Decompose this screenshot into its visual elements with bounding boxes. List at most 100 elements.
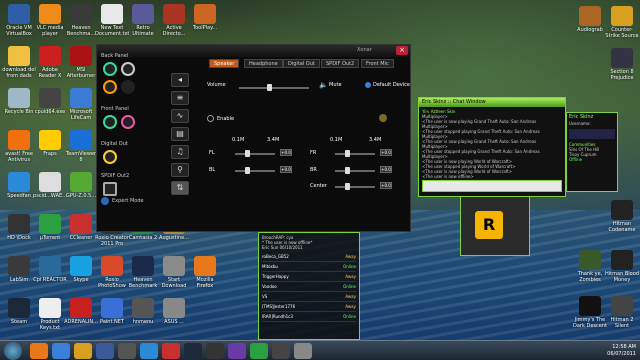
- desktop-icon[interactable]: Heaven Benchmark: [126, 256, 160, 289]
- tab-digital-out[interactable]: Digital Out: [283, 59, 320, 68]
- desktop-icon[interactable]: New Text Document.txt: [95, 4, 129, 37]
- desktop-icon[interactable]: Fraps: [33, 130, 67, 157]
- taskbar-app-icon[interactable]: [96, 343, 114, 359]
- desktop-icon[interactable]: download del from dads: [2, 46, 36, 79]
- desktop-icon[interactable]: Hitman Blood Money: [605, 250, 639, 283]
- desktop-icon[interactable]: Hitman 2 Silent Assassin: [605, 296, 639, 329]
- speaker-icon[interactable]: 🔈: [319, 81, 328, 89]
- desktop-icon[interactable]: Retro Ultimate: [126, 4, 160, 37]
- enable-toggle[interactable]: [207, 115, 214, 122]
- desktop-icon[interactable]: cpuid64.exe: [33, 88, 67, 115]
- surround-button[interactable]: ⇅: [171, 181, 189, 195]
- volume-slider[interactable]: [239, 87, 309, 89]
- desktop-icon[interactable]: Recycle Bin: [2, 88, 36, 115]
- reset-knob[interactable]: [379, 114, 387, 122]
- desktop-icon[interactable]: ADRENALIN...: [64, 298, 98, 325]
- desktop-icon[interactable]: Product Keys.txt: [33, 298, 67, 331]
- waveform-button[interactable]: ∿: [171, 109, 189, 123]
- fr-slider[interactable]: [335, 153, 375, 155]
- friend-row[interactable]: VS Away: [262, 292, 356, 302]
- tab-headphone[interactable]: Headphone: [244, 59, 283, 68]
- expert-mode-icon[interactable]: [101, 197, 109, 205]
- jack-digital[interactable]: [103, 150, 117, 164]
- start-button[interactable]: [4, 342, 22, 360]
- taskbar-app-icon[interactable]: [184, 343, 202, 359]
- karaoke-button[interactable]: ⚲: [171, 163, 189, 177]
- taskbar-app-icon[interactable]: [30, 343, 48, 359]
- desktop-icon[interactable]: pscid...WAE...: [33, 172, 67, 199]
- desktop-icon[interactable]: Paint.NET: [95, 298, 129, 325]
- desktop-icon[interactable]: Adobe Reader X: [33, 46, 67, 79]
- spdif-port[interactable]: [103, 182, 117, 196]
- taskbar-app-icon[interactable]: [52, 343, 70, 359]
- desktop-icon[interactable]: Hitman Codename: [605, 200, 639, 233]
- equalizer-button[interactable]: ▤: [171, 127, 189, 141]
- jack-grey[interactable]: [121, 62, 135, 76]
- desktop-icon[interactable]: Start Download: [157, 256, 191, 289]
- friend-row[interactable]: [TMS]Jester1776 Away: [262, 302, 356, 312]
- desktop-icon[interactable]: Thank ye, Zombies: [573, 250, 607, 283]
- taskbar-app-icon[interactable]: [250, 343, 268, 359]
- desktop-icon[interactable]: TeamViewer 8: [64, 130, 98, 163]
- clock-date[interactable]: 06/07/2011: [607, 351, 636, 358]
- tab-spdif[interactable]: SPDIF Out2: [321, 59, 360, 68]
- br-slider[interactable]: [335, 170, 375, 172]
- taskbar-app-icon[interactable]: [294, 343, 312, 359]
- friend-row[interactable]: roBeca_GB52 Away: [262, 252, 356, 262]
- taskbar-app-icon[interactable]: [118, 343, 136, 359]
- desktop-icon[interactable]: Skype: [64, 256, 98, 283]
- desktop-icon[interactable]: Heaven Benchma...: [64, 4, 98, 37]
- friend-row[interactable]: TriggerHappy Away: [262, 272, 356, 282]
- desktop-icon[interactable]: HD \Dock: [2, 214, 36, 241]
- desktop-icon[interactable]: avast! Free Antivirus: [2, 130, 36, 163]
- speaker-effect-button[interactable]: ◂: [171, 73, 189, 87]
- desktop-icon[interactable]: Counter-Strike Source: [605, 6, 639, 39]
- desktop-icon[interactable]: GPU-Z.0.5...: [64, 172, 98, 199]
- tab-speaker[interactable]: Speaker: [209, 59, 240, 68]
- taskbar-app-icon[interactable]: [162, 343, 180, 359]
- desktop-icon[interactable]: Steam: [2, 298, 36, 325]
- desktop-icon[interactable]: Jimmy's The Dark Descent: [573, 296, 607, 329]
- desktop-icon[interactable]: LabSim: [2, 256, 36, 283]
- desktop-icon[interactable]: Mozilla Firefox: [188, 256, 222, 289]
- desktop-icon[interactable]: ToolPlay...: [188, 4, 222, 31]
- volume-knob[interactable]: [267, 84, 272, 91]
- center-knob[interactable]: [345, 183, 350, 190]
- taskbar-app-icon[interactable]: [74, 343, 92, 359]
- mixer-button[interactable]: ≡: [171, 91, 189, 105]
- bl-slider[interactable]: [235, 170, 275, 172]
- jack-front-green[interactable]: [103, 115, 117, 129]
- desktop-icon[interactable]: VLC media player: [33, 4, 67, 37]
- desktop-icon[interactable]: µTorrent: [33, 214, 67, 241]
- friend-row[interactable]: Mitoxbu Online: [262, 262, 356, 272]
- desktop-icon[interactable]: hnmenu: [126, 298, 160, 325]
- desktop-icon[interactable]: Section 8 Prejudice: [605, 48, 639, 81]
- jack-front-pink[interactable]: [121, 115, 135, 129]
- effects-button[interactable]: ♫: [171, 145, 189, 159]
- friends-avatar[interactable]: [569, 129, 615, 139]
- desktop-icon[interactable]: Roxio PhotoShow: [95, 256, 129, 289]
- friend-row[interactable]: Voodoo Online: [262, 282, 356, 292]
- desktop-icon[interactable]: CCleaner: [64, 214, 98, 241]
- tab-front-mic[interactable]: Front Mic: [361, 59, 394, 68]
- taskbar-app-icon[interactable]: [272, 343, 290, 359]
- friend-row[interactable]: IRAR]Rundh1c3 Online: [262, 312, 356, 322]
- rockstar-logo-icon[interactable]: R: [475, 211, 503, 239]
- audio-titlebar[interactable]: Xonar ×: [97, 45, 410, 57]
- jack-orange[interactable]: [103, 80, 117, 94]
- fr-knob[interactable]: [345, 150, 350, 157]
- bl-knob[interactable]: [245, 167, 250, 174]
- chat-titlebar[interactable]: Eric Skinz :: Chat Window: [419, 98, 565, 107]
- fl-knob[interactable]: [245, 150, 250, 157]
- desktop-icon[interactable]: Audiograb: [573, 6, 607, 33]
- chat-input[interactable]: [422, 180, 562, 192]
- taskbar-app-icon[interactable]: [228, 343, 246, 359]
- center-slider[interactable]: [335, 186, 375, 188]
- desktop-icon[interactable]: MSI Afterburner: [64, 46, 98, 79]
- desktop-icon[interactable]: Microsoft LifeCam: [64, 88, 98, 121]
- desktop-icon[interactable]: Cpi REACTOR: [33, 256, 67, 283]
- desktop-icon[interactable]: Active Directo...: [157, 4, 191, 37]
- clock-time[interactable]: 12:58 AM: [607, 344, 636, 351]
- default-device-icon[interactable]: [365, 82, 371, 88]
- taskbar-app-icon[interactable]: [140, 343, 158, 359]
